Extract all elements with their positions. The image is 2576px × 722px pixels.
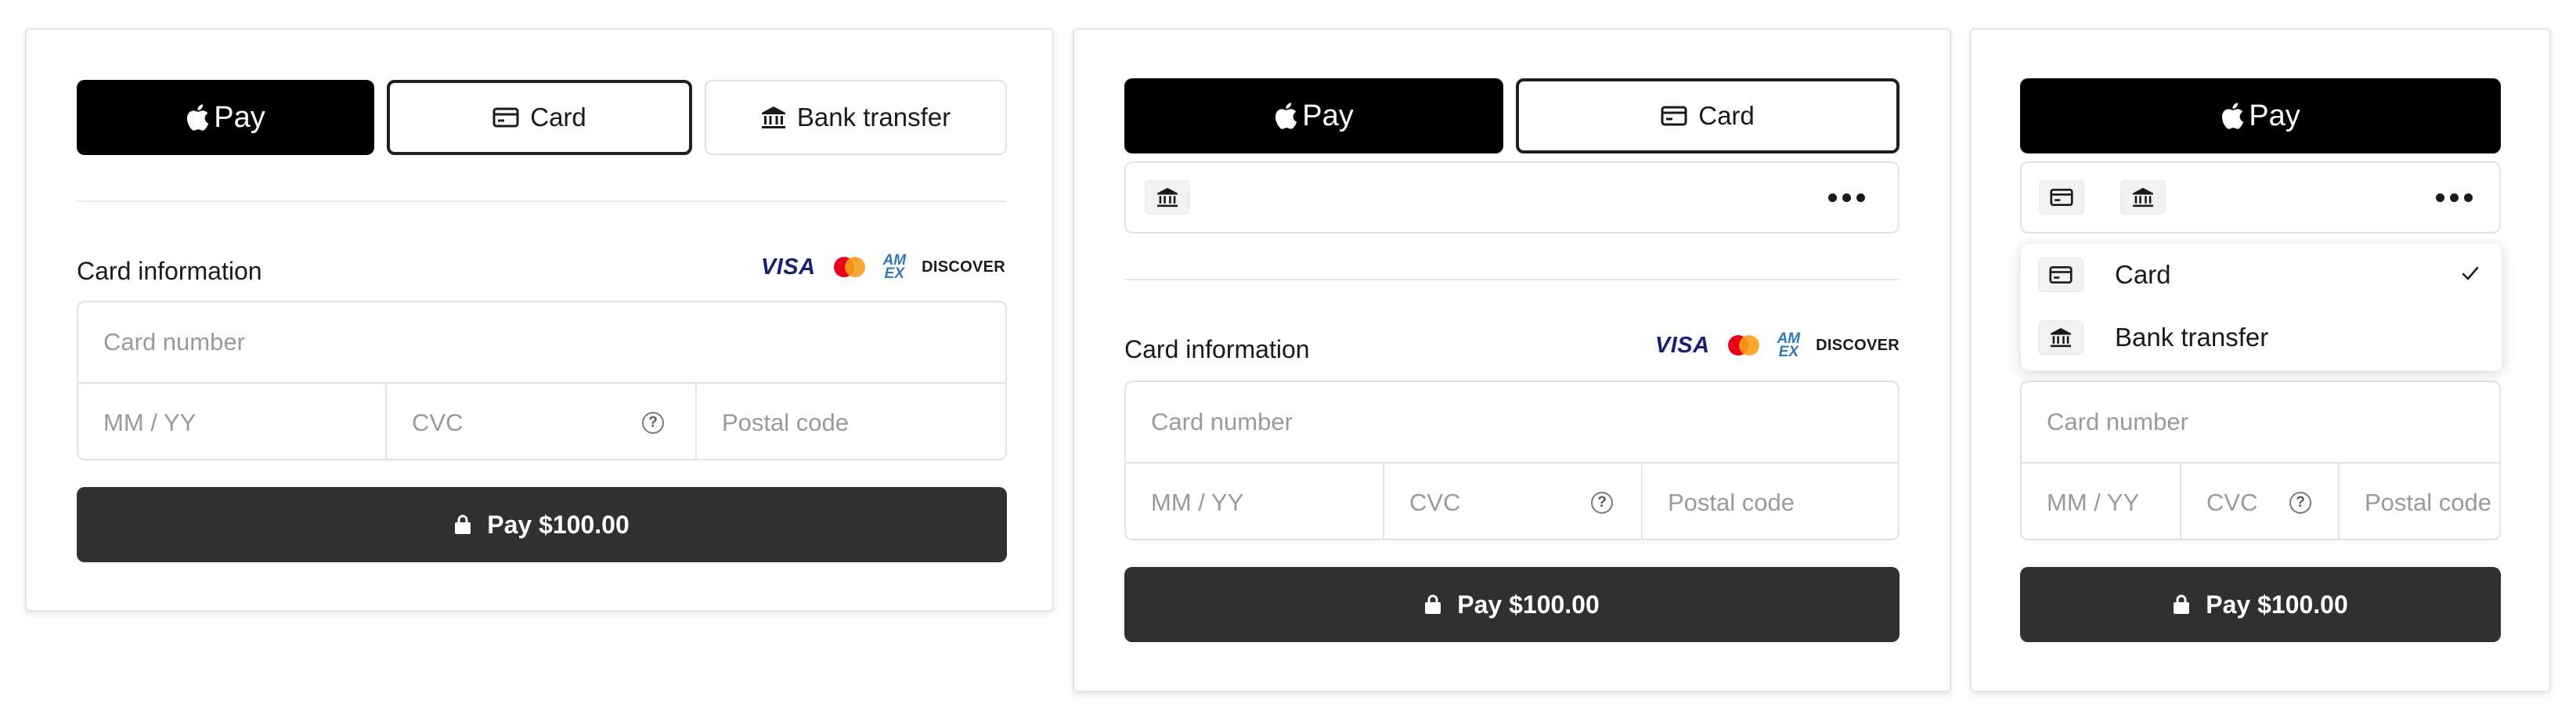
card-information-heading: Card information — [77, 257, 262, 285]
checkmark-icon — [2462, 266, 2479, 280]
pay-button-label: Pay $100.00 — [2206, 590, 2348, 619]
pay-button-label: Pay $100.00 — [1457, 590, 1600, 619]
credit-card-icon — [2049, 265, 2073, 284]
lock-icon — [455, 514, 471, 534]
postal-code-input[interactable]: Postal code — [697, 384, 1005, 459]
bank-icon — [761, 106, 785, 128]
card-brands: VISA AM EX DISCOVER — [1654, 330, 1900, 361]
credit-card-icon — [1661, 106, 1687, 126]
bank-icon — [1157, 187, 1178, 208]
card-number-input[interactable]: Card number — [78, 302, 1005, 382]
card-method-label: Card — [1698, 101, 1755, 130]
bank-icon — [2133, 187, 2153, 208]
mastercard-logo — [833, 257, 865, 278]
cvc-input[interactable]: CVC — [2181, 464, 2338, 539]
amex-logo: AM EX — [1777, 330, 1801, 361]
visa-logo: VISA — [760, 254, 816, 280]
more-methods-bar — [1124, 161, 1900, 233]
payment-method-dropdown: Card Bank transfer — [2020, 243, 2502, 371]
bank-transfer-chip[interactable] — [1145, 180, 1190, 215]
pay-button[interactable]: Pay $100.00 — [1124, 567, 1900, 642]
apple-logo-icon — [2222, 103, 2244, 129]
discover-logo: DISCOVER — [1816, 336, 1900, 354]
credit-card-chip — [2038, 258, 2084, 292]
credit-card-icon — [2050, 188, 2073, 207]
expiry-input[interactable]: MM / YY — [2022, 464, 2180, 539]
lock-icon — [1425, 594, 1441, 614]
card-brands: VISA AM EX DISCOVER — [760, 252, 1005, 283]
card-information-heading: Card information — [1124, 335, 1310, 363]
bank-transfer-method-button[interactable]: Bank transfer — [705, 80, 1007, 155]
dropdown-item-card[interactable]: Card — [2021, 244, 2502, 306]
bank-transfer-label: Bank transfer — [796, 103, 951, 132]
bank-icon — [2051, 327, 2071, 348]
bank-transfer-chip[interactable] — [2120, 180, 2166, 215]
payment-panel-narrow: Pay Card number MM / YY CVC ? Postal cod… — [1970, 28, 2551, 692]
dropdown-item-label: Card — [2115, 260, 2171, 289]
amex-logo: AM EX — [882, 252, 907, 283]
apple-logo-icon — [1275, 103, 1297, 129]
apple-pay-button[interactable]: Pay — [2020, 78, 2501, 153]
discover-logo: DISCOVER — [922, 258, 1005, 276]
card-number-input[interactable]: Card number — [1126, 382, 1898, 462]
bank-chip — [2038, 320, 2084, 355]
divider — [1124, 279, 1900, 280]
help-circle-icon[interactable]: ? — [1591, 492, 1613, 514]
apple-pay-label: Pay — [1302, 99, 1354, 132]
card-method-label: Card — [530, 103, 586, 132]
mastercard-logo — [1727, 335, 1759, 356]
card-number-input[interactable]: Card number — [2022, 382, 2499, 462]
payment-panel-wide: Pay Card Bank transfer Card information … — [25, 28, 1054, 612]
divider — [77, 200, 1007, 202]
card-form: Card number MM / YY CVC ? Postal code — [1124, 381, 1900, 540]
card-form: Card number MM / YY CVC ? Postal code — [2020, 381, 2501, 540]
payment-panel-medium: Pay Card Card information VISA AM EX DISC… — [1073, 28, 1951, 692]
dropdown-item-label: Bank transfer — [2115, 323, 2269, 352]
apple-pay-button[interactable]: Pay — [1124, 78, 1503, 153]
pay-button-label: Pay $100.00 — [487, 510, 630, 539]
help-circle-icon[interactable]: ? — [2289, 492, 2311, 514]
dropdown-item-bank-transfer[interactable]: Bank transfer — [2021, 306, 2502, 369]
card-method-button[interactable]: Card — [1516, 78, 1900, 153]
pay-button[interactable]: Pay $100.00 — [77, 487, 1007, 562]
help-circle-icon[interactable]: ? — [642, 412, 664, 434]
card-form: Card number MM / YY CVC ? Postal code — [77, 301, 1007, 460]
more-horizontal-icon[interactable] — [2436, 193, 2473, 202]
more-horizontal-icon[interactable] — [1828, 193, 1865, 202]
pay-button[interactable]: Pay $100.00 — [2020, 567, 2501, 642]
visa-logo: VISA — [1654, 332, 1710, 358]
expiry-input[interactable]: MM / YY — [78, 384, 385, 459]
card-chip[interactable] — [2039, 180, 2084, 215]
apple-pay-label: Pay — [2249, 99, 2300, 132]
credit-card-icon — [492, 107, 519, 128]
apple-logo-icon — [187, 104, 209, 131]
more-methods-bar — [2020, 161, 2501, 233]
apple-pay-button[interactable]: Pay — [77, 80, 374, 155]
apple-pay-label: Pay — [214, 100, 265, 134]
card-method-button[interactable]: Card — [387, 80, 692, 155]
lock-icon — [2174, 594, 2190, 614]
postal-code-input[interactable]: Postal code — [1643, 464, 1898, 539]
expiry-input[interactable]: MM / YY — [1126, 464, 1383, 539]
postal-code-input[interactable]: Postal code — [2340, 464, 2499, 539]
